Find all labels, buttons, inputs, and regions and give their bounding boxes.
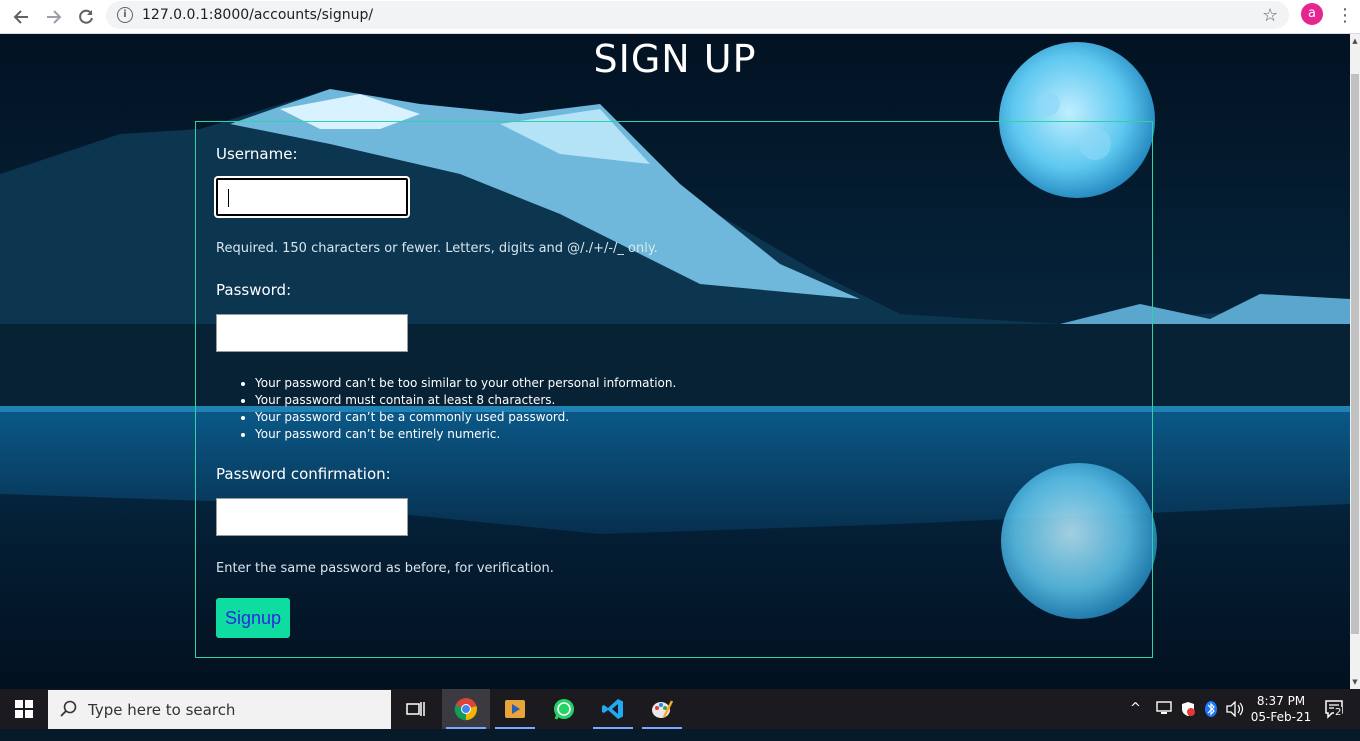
password-label: Password: bbox=[216, 281, 292, 299]
task-view-icon[interactable] bbox=[392, 689, 440, 729]
chrome-icon[interactable] bbox=[442, 689, 490, 729]
whatsapp-icon[interactable] bbox=[540, 689, 588, 729]
text-caret bbox=[228, 189, 229, 207]
password-confirm-label: Password confirmation: bbox=[216, 465, 391, 483]
taskbar-search-placeholder: Type here to search bbox=[88, 701, 236, 719]
password-rules-list: Your password can’t be too similar to yo… bbox=[216, 375, 676, 443]
profile-avatar[interactable]: a bbox=[1301, 3, 1323, 25]
clock-time: 8:37 PM bbox=[1256, 694, 1306, 708]
back-icon[interactable] bbox=[8, 4, 34, 30]
volume-icon[interactable] bbox=[1226, 700, 1244, 741]
username-input[interactable] bbox=[214, 176, 410, 218]
url-text[interactable]: 127.0.0.1:8000/accounts/signup/ bbox=[142, 7, 373, 23]
windows-start-icon[interactable] bbox=[0, 689, 48, 729]
address-bar[interactable]: i 127.0.0.1:8000/accounts/signup/ bbox=[106, 1, 1289, 29]
bookmark-star-icon[interactable]: ☆ bbox=[1262, 5, 1278, 26]
taskbar-clock[interactable]: 8:37 PM 05-Feb-21 bbox=[1250, 693, 1312, 725]
media-player-icon[interactable] bbox=[491, 689, 539, 729]
browser-toolbar: i 127.0.0.1:8000/accounts/signup/ ☆ a ⋮ bbox=[0, 0, 1360, 34]
password-confirm-help-text: Enter the same password as before, for v… bbox=[216, 561, 554, 576]
security-shield-icon[interactable] bbox=[1180, 701, 1196, 741]
vscode-icon[interactable] bbox=[589, 689, 637, 729]
reload-icon[interactable] bbox=[73, 4, 99, 30]
password-rule-item: Your password must contain at least 8 ch… bbox=[255, 392, 676, 409]
scroll-up-icon[interactable]: ▲ bbox=[1350, 34, 1360, 48]
site-info-icon[interactable]: i bbox=[117, 7, 133, 23]
scroll-thumb[interactable] bbox=[1351, 74, 1359, 634]
password-rule-item: Your password can’t be a commonly used p… bbox=[255, 409, 676, 426]
password-rule-item: Your password can’t be entirely numeric. bbox=[255, 426, 676, 443]
network-icon[interactable] bbox=[1156, 701, 1172, 741]
browser-menu-icon[interactable]: ⋮ bbox=[1336, 5, 1354, 26]
signup-button[interactable]: Signup bbox=[216, 598, 290, 638]
clock-date: 05-Feb-21 bbox=[1250, 710, 1312, 724]
notification-count-badge: 2 bbox=[1334, 707, 1343, 718]
notification-center-icon[interactable]: 2 bbox=[1324, 699, 1346, 739]
search-icon bbox=[60, 700, 77, 717]
scroll-down-icon[interactable]: ▼ bbox=[1350, 675, 1360, 689]
password-confirm-input[interactable] bbox=[216, 498, 408, 536]
paint-icon[interactable] bbox=[638, 689, 686, 729]
page-viewport: SIGN UP Username: Required. 150 characte… bbox=[0, 34, 1350, 689]
page-title: SIGN UP bbox=[593, 37, 757, 81]
password-rule-item: Your password can’t be too similar to yo… bbox=[255, 375, 676, 392]
page-scrollbar[interactable]: ▲ ▼ bbox=[1350, 34, 1360, 689]
username-label: Username: bbox=[216, 145, 298, 163]
windows-taskbar: Type here to search ^ 8:37 PM 05-Feb-21 bbox=[0, 689, 1360, 729]
forward-icon[interactable] bbox=[41, 4, 67, 30]
taskbar-search-box[interactable]: Type here to search bbox=[48, 690, 391, 729]
password-input[interactable] bbox=[216, 314, 408, 352]
username-help-text: Required. 150 characters or fewer. Lette… bbox=[216, 241, 658, 256]
bluetooth-icon[interactable] bbox=[1204, 700, 1218, 740]
tray-overflow-icon[interactable]: ^ bbox=[1130, 701, 1141, 741]
